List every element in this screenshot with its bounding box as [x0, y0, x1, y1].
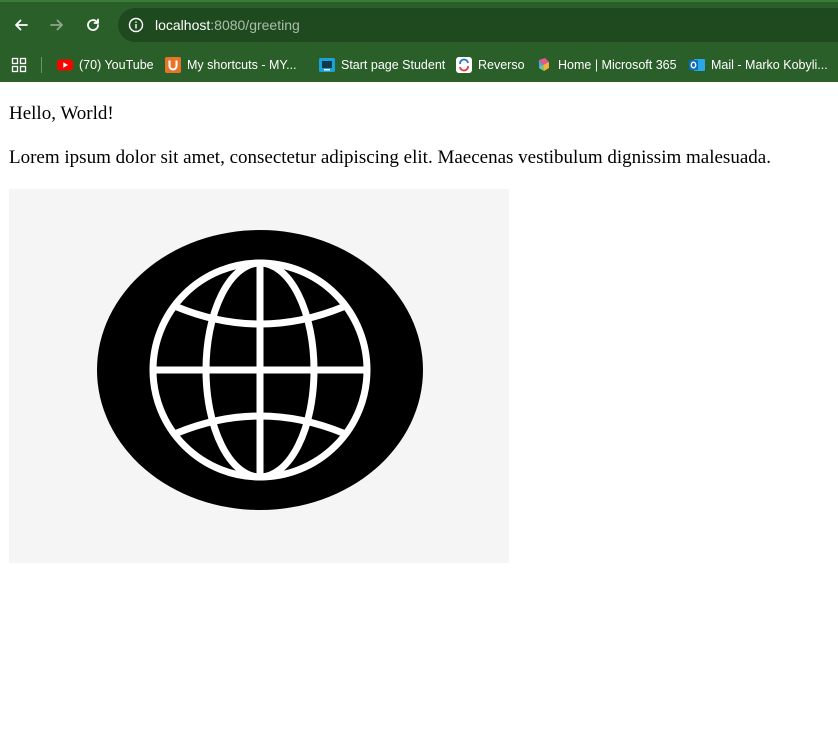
browser-chrome: localhost:8080/greeting (70) YouTube My … [0, 0, 838, 82]
info-icon [128, 17, 144, 33]
bookmark-mail[interactable]: Mail - Marko Kobyli... [689, 55, 828, 75]
start-page-icon [319, 57, 335, 73]
address-bar[interactable]: localhost:8080/greeting [118, 8, 838, 42]
apps-grid-icon [11, 57, 27, 73]
browser-toolbar: localhost:8080/greeting [0, 2, 838, 48]
bookmark-label: Mail - Marko Kobyli... [711, 58, 828, 72]
bookmarks-bar: (70) YouTube My shortcuts - MY... Start … [0, 48, 838, 82]
outlook-icon [689, 57, 705, 73]
globe-icon [97, 230, 423, 510]
youtube-icon [57, 57, 73, 73]
greeting-text: Hello, World! [9, 103, 114, 124]
apps-button[interactable] [11, 57, 27, 73]
u-icon [165, 57, 181, 73]
bookmark-reverso[interactable]: Reverso [456, 55, 525, 75]
bookmark-my-shortcuts[interactable]: My shortcuts - MY... [165, 55, 297, 75]
back-button[interactable] [9, 13, 33, 37]
bookmark-label: Reverso [478, 58, 525, 72]
bookmark-label: Home | Microsoft 365 [558, 58, 677, 72]
site-info-button[interactable] [127, 16, 145, 34]
forward-button[interactable] [45, 13, 69, 37]
url-host: localhost [155, 17, 211, 33]
bookmark-microsoft-365[interactable]: Home | Microsoft 365 [536, 55, 677, 75]
bookmark-label: (70) YouTube [79, 58, 154, 72]
bookmark-start-page-student[interactable]: Start page Student [319, 55, 445, 75]
arrow-right-icon [50, 19, 63, 31]
reload-button[interactable] [81, 13, 105, 37]
bookmark-label: Start page Student [341, 58, 446, 72]
arrow-left-icon [15, 19, 28, 31]
url-text: localhost:8080/greeting [155, 17, 300, 33]
reverso-icon [456, 57, 472, 73]
bookmark-youtube[interactable]: (70) YouTube [57, 55, 154, 75]
bookmarks-separator [41, 57, 42, 73]
microsoft-365-icon [536, 57, 552, 73]
paragraph-text: Lorem ipsum dolor sit amet, consectetur … [9, 147, 771, 168]
reload-icon [87, 18, 99, 31]
url-path: :8080/greeting [210, 17, 300, 33]
bookmark-label: My shortcuts - MY... [187, 58, 297, 72]
globe-image [9, 189, 509, 563]
